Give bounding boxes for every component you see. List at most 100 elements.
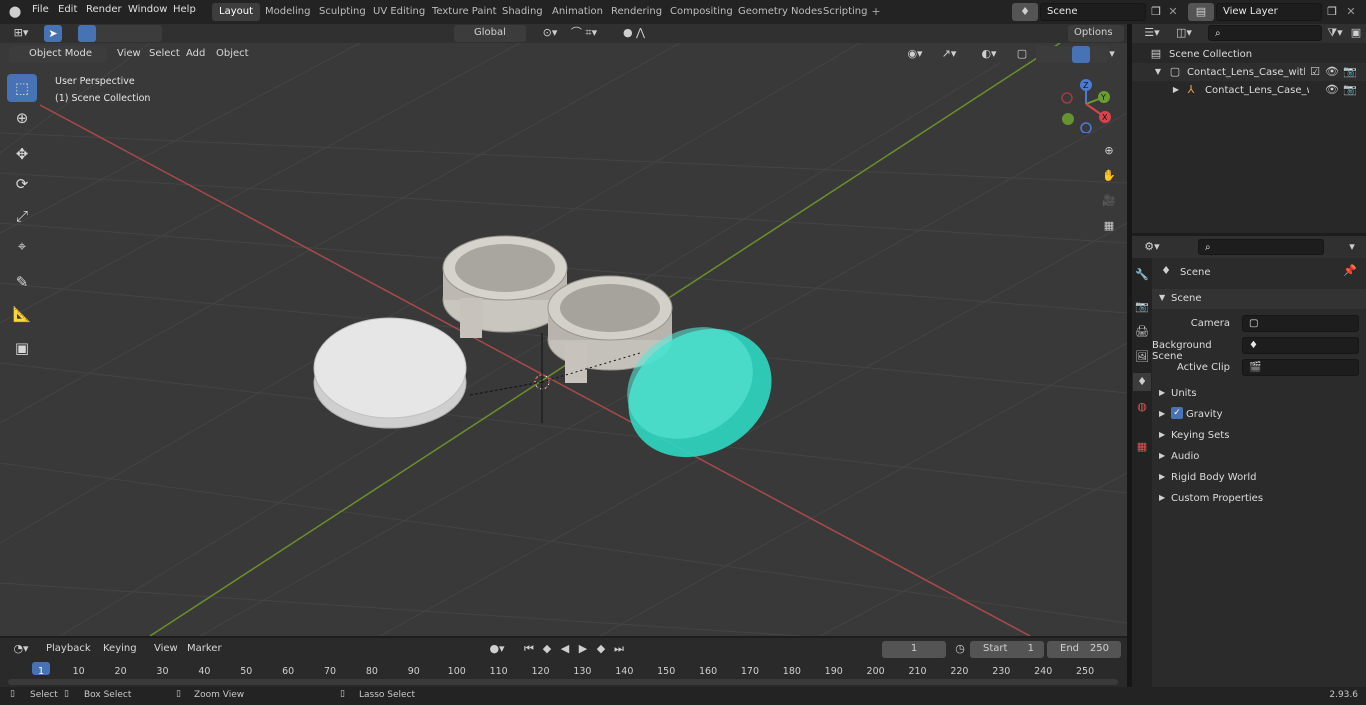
viewport-menu-add[interactable]: Add xyxy=(180,46,211,63)
tab-scripting[interactable]: Scripting xyxy=(816,3,874,21)
custom-properties-section[interactable]: ▶ Custom Properties xyxy=(1152,489,1366,509)
timeline-menu-marker[interactable]: Marker xyxy=(181,641,228,658)
copy-view-layer-icon[interactable]: ❐ xyxy=(1324,3,1340,21)
timeline-menu-view[interactable]: View xyxy=(148,641,184,658)
close-scene-icon[interactable]: ✕ xyxy=(1166,3,1180,21)
select-tool-icon[interactable]: ⬚ xyxy=(7,74,37,102)
properties-options-icon[interactable]: ▾ xyxy=(1344,238,1360,256)
timeline-menu-keying[interactable]: Keying xyxy=(97,641,143,658)
camera-icon[interactable]: 📷 xyxy=(1343,63,1357,81)
menu-window[interactable]: Window xyxy=(128,4,167,15)
output-tab-icon[interactable]: 🖨 xyxy=(1133,323,1151,341)
checkbox-icon[interactable]: ☑ xyxy=(1309,63,1321,81)
tab-layout[interactable]: Layout xyxy=(212,3,260,21)
rigid-body-world-section[interactable]: ▶ Rigid Body World xyxy=(1152,468,1366,488)
tab-animation[interactable]: Animation xyxy=(545,3,610,21)
annotate-tool-icon[interactable]: ✎ xyxy=(7,268,37,296)
tab-rendering[interactable]: Rendering xyxy=(604,3,669,21)
expand-arrow-icon[interactable]: ▼ xyxy=(1152,63,1164,81)
world-tab-icon[interactable]: ◍ xyxy=(1133,398,1151,416)
move-tool-icon[interactable]: ✥ xyxy=(7,140,37,168)
menu-render[interactable]: Render xyxy=(86,4,122,15)
navigation-gizmo[interactable]: Z Y X xyxy=(1055,73,1115,133)
outliner-row-object[interactable]: ▶ ⅄ Contact_Lens_Case_with 👁 📷 xyxy=(1132,81,1366,99)
transform-tool-icon[interactable]: ⌖ xyxy=(7,232,37,260)
copy-scene-icon[interactable]: ❐ xyxy=(1148,3,1164,21)
scene-tab-icon[interactable]: ♦ xyxy=(1133,373,1151,391)
view-layer-tab-icon[interactable]: 🖼 xyxy=(1133,348,1151,366)
transform-orientation-dropdown[interactable]: Global xyxy=(454,25,526,42)
properties-editor-icon[interactable]: ⚙▾ xyxy=(1138,238,1166,256)
3d-viewport[interactable]: User Perspective (1) Scene Collection Z … xyxy=(0,43,1127,636)
timeline-scrollbar[interactable] xyxy=(8,679,1118,685)
tab-uv-editing[interactable]: UV Editing xyxy=(366,3,432,21)
filter-icon[interactable]: ⧩▾ xyxy=(1324,24,1346,42)
scale-tool-icon[interactable]: ⤢ xyxy=(7,202,37,230)
tab-texture-paint[interactable]: Texture Paint xyxy=(425,3,504,21)
jump-end-icon[interactable]: ⏭ xyxy=(612,640,626,658)
view-layer-field[interactable]: View Layer xyxy=(1216,3,1322,21)
properties-search[interactable]: ⌕ xyxy=(1198,239,1324,255)
close-view-layer-icon[interactable]: ✕ xyxy=(1344,3,1358,21)
material-preview-icon[interactable] xyxy=(1072,46,1090,63)
gravity-checkbox[interactable]: ✓ xyxy=(1171,407,1183,419)
menu-file[interactable]: File xyxy=(32,4,49,15)
menu-edit[interactable]: Edit xyxy=(58,4,77,15)
viewport-menu-object[interactable]: Object xyxy=(210,46,255,63)
current-frame-field[interactable]: 1 xyxy=(882,641,946,658)
cursor-tool-icon[interactable]: ⊕ xyxy=(7,104,37,132)
outliner-editor-icon[interactable]: ☰▾ xyxy=(1138,24,1166,42)
menu-help[interactable]: Help xyxy=(173,4,196,15)
active-clip-field[interactable]: 🎬 xyxy=(1242,359,1359,376)
tool-tab-icon[interactable]: 🔧 xyxy=(1133,266,1151,284)
next-keyframe-icon[interactable]: ◆ xyxy=(594,640,608,658)
display-mode-icon[interactable]: ◫▾ xyxy=(1170,24,1198,42)
blender-logo-icon[interactable]: ⬤ xyxy=(6,3,24,21)
tab-geometry-nodes[interactable]: Geometry Nodes xyxy=(731,3,829,21)
tab-modeling[interactable]: Modeling xyxy=(258,3,318,21)
pin-icon[interactable]: 📌 xyxy=(1342,262,1358,280)
viewport-menu-view[interactable]: View xyxy=(111,46,147,63)
snap-icon[interactable]: ⌒ ⌗▾ xyxy=(562,24,606,42)
tab-sculpting[interactable]: Sculpting xyxy=(312,3,373,21)
background-scene-field[interactable]: ♦ xyxy=(1242,337,1359,354)
gravity-section[interactable]: ▶ ✓ Gravity xyxy=(1152,405,1366,425)
eye-icon[interactable]: 👁 xyxy=(1325,81,1339,99)
zoom-icon[interactable]: ⊕ xyxy=(1099,142,1119,162)
start-frame-field[interactable]: Start 1 xyxy=(970,641,1044,658)
overlays-icon[interactable]: ◐▾ xyxy=(972,45,1006,63)
outliner-row-collection[interactable]: ▼ ▢ Contact_Lens_Case_with_Opi ☑ 👁 📷 xyxy=(1132,63,1366,81)
shading-mode-group[interactable] xyxy=(1036,46,1108,63)
end-frame-field[interactable]: End 250 xyxy=(1047,641,1121,658)
outliner-row-root[interactable]: ▤ Scene Collection xyxy=(1132,45,1366,63)
active-tool-button[interactable]: ➤ xyxy=(44,25,62,42)
scene-selector-button[interactable]: ♦ xyxy=(1012,3,1038,21)
keying-sets-section[interactable]: ▶ Keying Sets xyxy=(1152,426,1366,446)
measure-tool-icon[interactable]: 📐 xyxy=(7,300,37,328)
clock-icon[interactable]: ◷ xyxy=(952,640,968,658)
units-section[interactable]: ▶ Units xyxy=(1152,384,1366,404)
record-icon[interactable]: ●▾ xyxy=(480,640,514,658)
scene-panel-header[interactable]: ▼ Scene xyxy=(1152,289,1366,309)
tab-shading[interactable]: Shading xyxy=(495,3,550,21)
mode-dropdown[interactable]: Object Mode xyxy=(9,46,107,63)
audio-section[interactable]: ▶ Audio xyxy=(1152,447,1366,467)
shading-options-icon[interactable]: ▾ xyxy=(1106,45,1118,63)
pan-hand-icon[interactable]: ✋ xyxy=(1099,167,1119,187)
camera-field[interactable]: ▢ xyxy=(1242,315,1359,332)
select-new-icon[interactable] xyxy=(78,25,96,42)
texture-tab-icon[interactable]: ▦ xyxy=(1133,438,1151,456)
options-dropdown[interactable]: Options xyxy=(1068,25,1124,42)
proportional-edit-icon[interactable]: ● ⋀ xyxy=(612,24,656,42)
tab-compositing[interactable]: Compositing xyxy=(663,3,740,21)
add-workspace-icon[interactable]: + xyxy=(868,3,884,21)
timeline-menu-playback[interactable]: Playback xyxy=(40,641,97,658)
scene-name-field[interactable]: Scene xyxy=(1040,3,1146,21)
xray-icon[interactable]: ▢ xyxy=(1014,45,1030,63)
editor-type-icon[interactable]: ⊞▾ xyxy=(8,24,34,42)
new-collection-icon[interactable]: ▣ xyxy=(1348,24,1364,42)
view-layer-selector-button[interactable]: ▤ xyxy=(1188,3,1214,21)
eye-icon[interactable]: 👁 xyxy=(1325,63,1339,81)
visibility-icon[interactable]: ◉▾ xyxy=(902,45,928,63)
gizmo-toggle-icon[interactable]: ↗▾ xyxy=(932,45,966,63)
